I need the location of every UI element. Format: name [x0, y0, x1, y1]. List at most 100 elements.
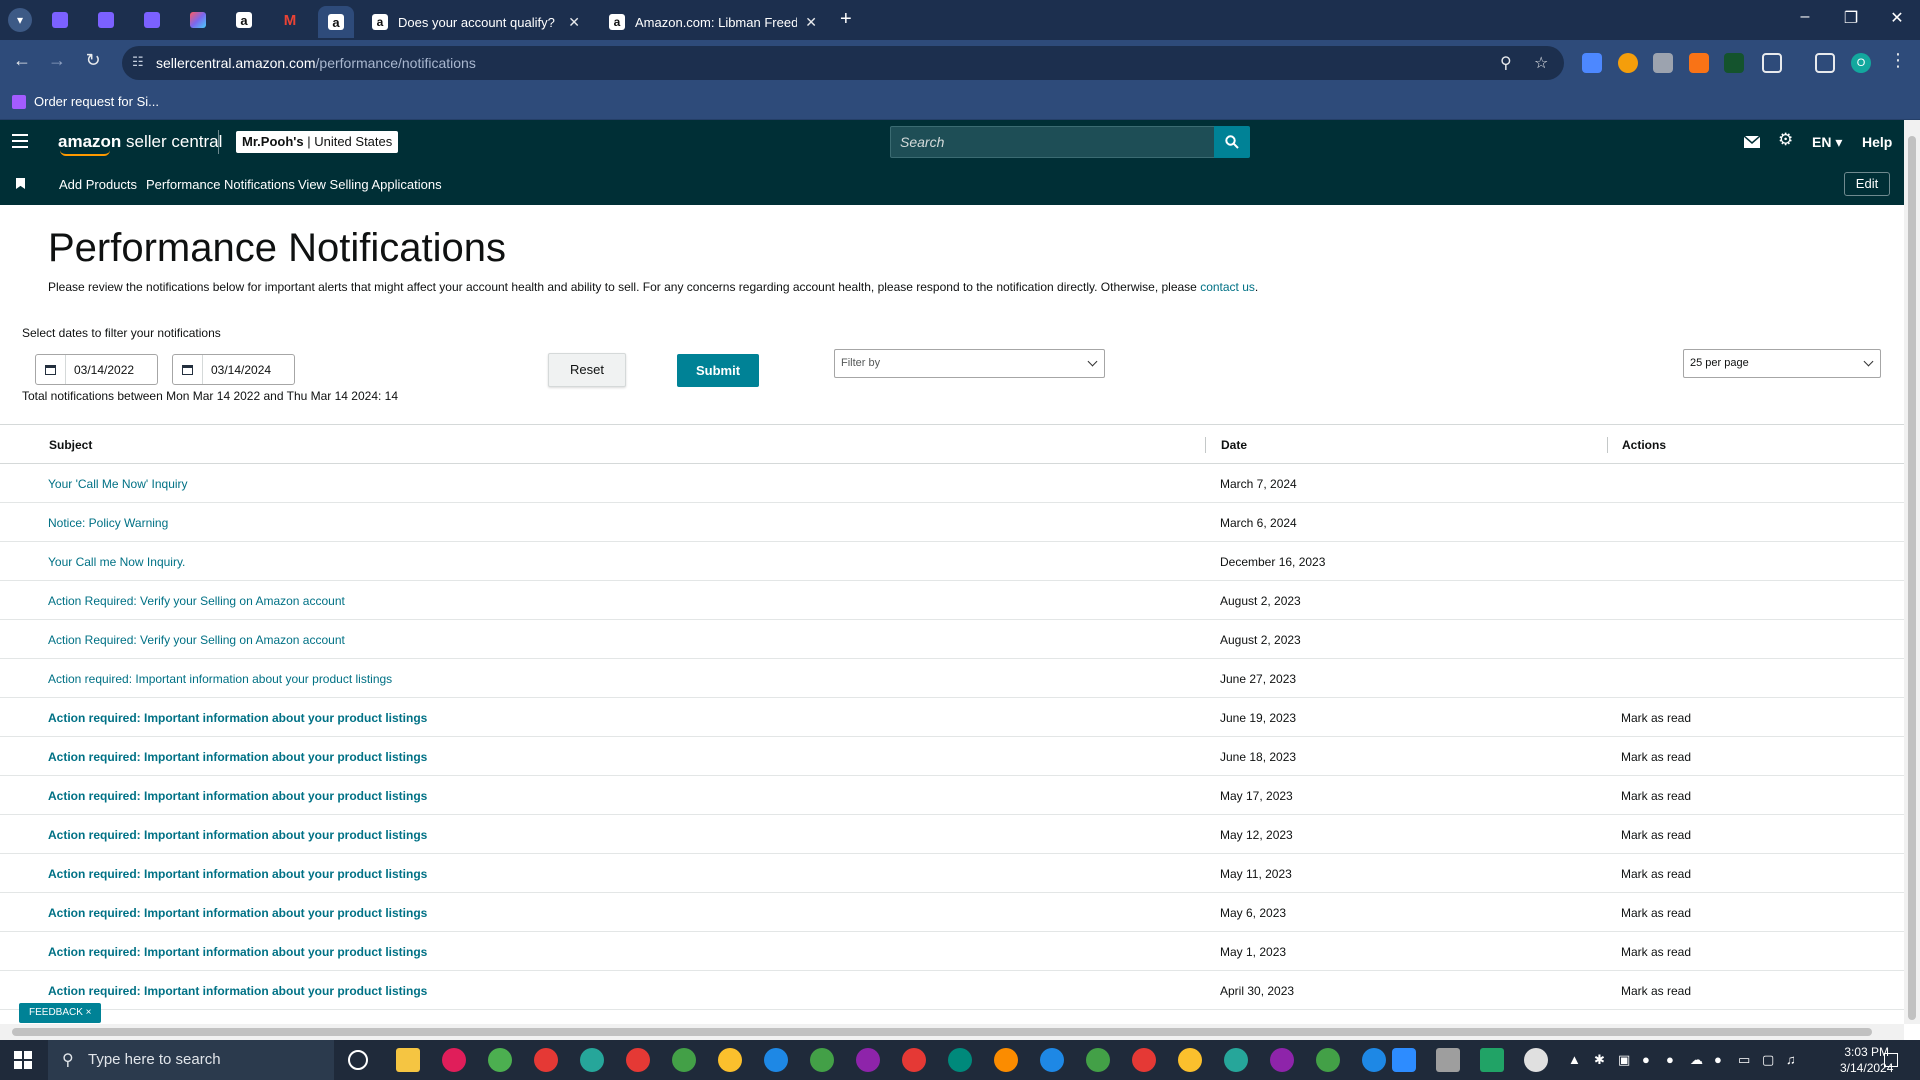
horizontal-scrollbar[interactable]	[0, 1024, 1904, 1040]
table-row[interactable]: Action Required: Verify your Selling on …	[0, 581, 1904, 620]
notification-subject-link[interactable]: Action required: Important information a…	[48, 672, 392, 686]
mark-as-read-link[interactable]: Mark as read	[1621, 867, 1691, 881]
column-header-subject[interactable]: Subject	[49, 438, 92, 452]
chrome-icon[interactable]	[626, 1048, 650, 1072]
amazon-seller-central-logo[interactable]: amazon seller central	[58, 132, 222, 156]
notification-subject-link[interactable]: Action Required: Verify your Selling on …	[48, 594, 345, 608]
hamburger-menu-icon[interactable]	[12, 134, 28, 152]
extension-icon[interactable]	[1618, 53, 1638, 73]
contact-us-link[interactable]: contact us	[1200, 280, 1255, 294]
chrome-icon[interactable]	[1040, 1048, 1064, 1072]
telegram-icon[interactable]	[1362, 1048, 1386, 1072]
file-explorer-icon[interactable]	[396, 1048, 420, 1072]
notification-subject-link[interactable]: Your Call me Now Inquiry.	[48, 555, 185, 569]
calendar-icon[interactable]	[36, 355, 66, 384]
mark-as-read-link[interactable]: Mark as read	[1621, 711, 1691, 725]
zoom-app-icon[interactable]	[1392, 1048, 1416, 1072]
extension-icon[interactable]	[1724, 53, 1744, 73]
excel-icon[interactable]	[1480, 1048, 1504, 1072]
gear-icon[interactable]: ⚙	[1778, 130, 1793, 150]
notification-subject-link[interactable]: Action required: Important information a…	[48, 906, 427, 920]
table-row[interactable]: Action required: Important information a…	[0, 893, 1904, 932]
pinned-tab-list-icon[interactable]	[140, 8, 164, 32]
start-date-input[interactable]: 03/14/2022	[35, 354, 158, 385]
chrome-icon[interactable]	[810, 1048, 834, 1072]
feedback-button[interactable]: FEEDBACK ×	[19, 1003, 101, 1023]
calendar-icon[interactable]	[173, 355, 203, 384]
address-bar[interactable]: ☷ sellercentral.amazon.com/performance/n…	[122, 46, 1564, 80]
notification-subject-link[interactable]: Action required: Important information a…	[48, 828, 427, 842]
close-tab-icon[interactable]: ✕	[568, 14, 580, 31]
battery-icon[interactable]: ▭	[1738, 1052, 1750, 1068]
table-row[interactable]: Your 'Call Me Now' Inquiry March 7, 2024	[0, 464, 1904, 503]
mark-as-read-link[interactable]: Mark as read	[1621, 906, 1691, 920]
active-tab-amazon-icon[interactable]: a	[318, 6, 354, 38]
chrome-icon[interactable]	[902, 1048, 926, 1072]
chrome-icon[interactable]	[1316, 1048, 1340, 1072]
nav-view-selling-applications[interactable]: View Selling Applications	[298, 177, 442, 192]
bookmark-star-icon[interactable]: ☆	[1534, 53, 1548, 73]
chrome-icon[interactable]	[764, 1048, 788, 1072]
chrome-icon[interactable]	[718, 1048, 742, 1072]
paint-icon[interactable]	[1524, 1048, 1548, 1072]
submit-button[interactable]: Submit	[677, 354, 759, 387]
chrome-icon[interactable]	[1086, 1048, 1110, 1072]
notification-subject-link[interactable]: Action Required: Verify your Selling on …	[48, 633, 345, 647]
notification-subject-link[interactable]: Action required: Important information a…	[48, 750, 427, 764]
chrome-icon[interactable]	[580, 1048, 604, 1072]
notification-subject-link[interactable]: Action required: Important information a…	[48, 789, 427, 803]
notification-subject-link[interactable]: Your 'Call Me Now' Inquiry	[48, 477, 188, 491]
language-selector[interactable]: EN ▾	[1812, 134, 1842, 151]
notification-subject-link[interactable]: Action required: Important information a…	[48, 867, 427, 881]
volume-icon[interactable]: ♫	[1786, 1052, 1796, 1067]
pinned-tab-clickup-icon[interactable]	[186, 8, 210, 32]
tray-icon[interactable]: ▲	[1568, 1052, 1581, 1067]
chrome-icon[interactable]	[1178, 1048, 1202, 1072]
bookmark-order-request[interactable]: Order request for Si...	[12, 94, 159, 109]
notification-subject-link[interactable]: Action required: Important information a…	[48, 984, 427, 998]
chrome-icon[interactable]	[948, 1048, 972, 1072]
reload-icon[interactable]: ↻	[80, 50, 106, 71]
notifications-icon[interactable]	[1884, 1053, 1898, 1067]
chrome-icon[interactable]	[1224, 1048, 1248, 1072]
filter-by-select[interactable]: Filter by	[834, 349, 1105, 378]
vertical-scrollbar[interactable]	[1904, 120, 1920, 1024]
chrome-icon[interactable]	[534, 1048, 558, 1072]
task-view-icon[interactable]	[348, 1050, 368, 1070]
reset-button[interactable]: Reset	[548, 353, 626, 387]
slack-icon[interactable]	[442, 1048, 466, 1072]
table-row[interactable]: Action required: Important information a…	[0, 659, 1904, 698]
mark-as-read-link[interactable]: Mark as read	[1621, 984, 1691, 998]
chrome-icon[interactable]	[1270, 1048, 1294, 1072]
tray-icon[interactable]: ✱	[1594, 1052, 1605, 1068]
mark-as-read-link[interactable]: Mark as read	[1621, 789, 1691, 803]
pinned-tab-gmail-icon[interactable]: M	[278, 8, 302, 32]
table-row[interactable]: Action required: Important information a…	[0, 932, 1904, 971]
mark-as-read-link[interactable]: Mark as read	[1621, 828, 1691, 842]
tab-account-qualify[interactable]: a Does your account qualify? ✕	[360, 4, 592, 40]
pinned-tab-list-icon[interactable]	[94, 8, 118, 32]
close-window-icon[interactable]: ✕	[1877, 8, 1917, 28]
search-input[interactable]: Search	[890, 126, 1216, 158]
pinned-tab-list-icon[interactable]	[48, 8, 72, 32]
forward-icon[interactable]: →	[44, 50, 70, 71]
nav-performance-notifications[interactable]: Performance Notifications	[146, 177, 295, 192]
extension-icon[interactable]	[1653, 53, 1673, 73]
mark-as-read-link[interactable]: Mark as read	[1621, 945, 1691, 959]
notification-subject-link[interactable]: Action required: Important information a…	[48, 945, 427, 959]
chrome-icon[interactable]	[488, 1048, 512, 1072]
table-row[interactable]: Your Call me Now Inquiry. December 16, 20…	[0, 542, 1904, 581]
close-tab-icon[interactable]: ✕	[805, 14, 817, 31]
column-header-date[interactable]: Date	[1221, 438, 1247, 452]
pinned-tab-amazon-icon[interactable]: a	[232, 8, 256, 32]
bookmark-icon[interactable]	[16, 178, 25, 189]
table-row[interactable]: Action required: Important information a…	[0, 971, 1904, 1010]
tray-icon[interactable]: ☁	[1690, 1052, 1703, 1068]
table-row[interactable]: Notice: Policy Warning March 6, 2024	[0, 503, 1904, 542]
chrome-icon[interactable]	[1132, 1048, 1156, 1072]
table-row[interactable]: Action required: Important information a…	[0, 698, 1904, 737]
table-row[interactable]: Action required: Important information a…	[0, 815, 1904, 854]
per-page-select[interactable]: 25 per page	[1683, 349, 1881, 378]
site-info-icon[interactable]: ☷	[132, 54, 150, 72]
menu-kebab-icon[interactable]: ⋮	[1885, 50, 1911, 71]
